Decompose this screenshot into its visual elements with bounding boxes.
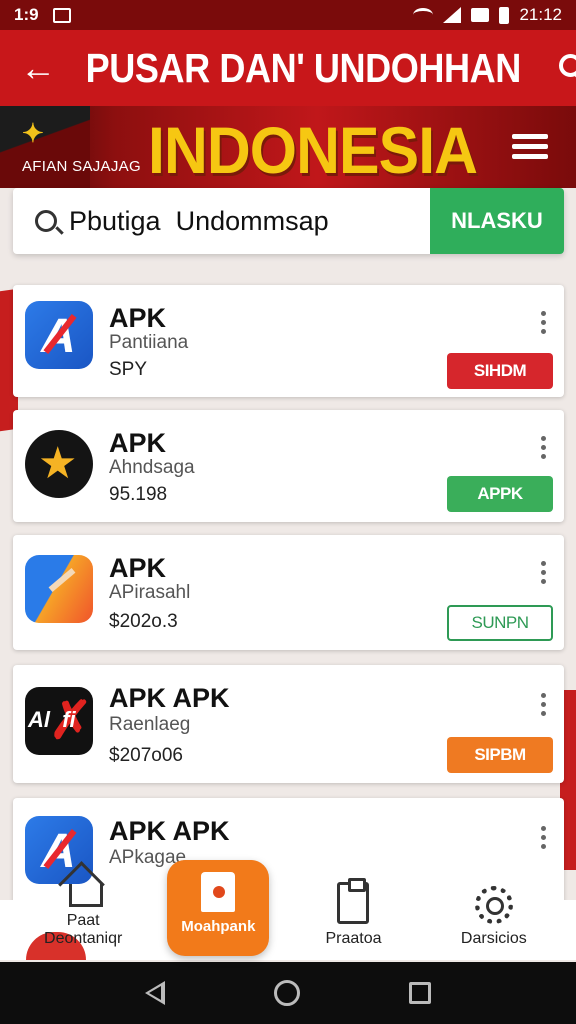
app-price: $202o.3 [109,611,178,632]
nav-item-clipboard[interactable]: Praatoa [283,878,423,956]
status-icons: 21:12 [413,5,562,25]
app-x-logo-icon: ✗ Al fi [25,687,93,755]
app-name: APK [109,553,167,583]
banner-title: INDONESIA [148,113,478,187]
search-button[interactable]: NLASKU [430,188,564,254]
search-input[interactable] [57,205,430,237]
nav-item-active[interactable]: Moahpank [167,860,270,956]
app-developer: Raenlaeg [109,714,191,735]
app-name: APK APK [109,816,230,846]
app-card[interactable]: ★ APK Ahndsaga 95.198 APPK [13,410,564,522]
nav-item-home[interactable]: Paat Deontaniqr [13,866,153,956]
bottom-nav: Paat Deontaniqr Moahpank Praatoa Darsici… [13,848,564,956]
nav-label: Moahpank [181,918,256,935]
nav-label: Darsicios [460,930,527,947]
search-field-icon [35,210,57,232]
nav-label-secondary: Deontaniqr [44,930,123,947]
app-price: SPY [109,359,148,380]
app-card[interactable]: A APK Pantiiana SPY SIHDM [13,285,564,397]
card-action-button[interactable]: SIHDM [447,353,553,389]
more-options-icon[interactable] [537,436,549,466]
status-bar: 1:9 21:12 [0,0,576,30]
more-options-icon[interactable] [537,311,549,341]
status-clock: 21:12 [519,5,562,24]
nav-label: Praatoa [325,930,382,947]
banner-star-icon: ✦ [22,118,44,148]
app-developer: Ahndsaga [109,457,195,478]
nav-label: Paat [66,912,100,929]
card-action-button[interactable]: SUNPN [447,605,553,641]
home-icon [61,866,105,907]
app-pickaxe-logo-icon [25,555,93,623]
more-options-icon[interactable] [537,693,549,723]
card-action-button[interactable]: SIPBM [447,737,553,773]
app-name: APK [109,303,167,333]
system-back-icon[interactable] [144,981,165,1005]
nav-item-settings[interactable]: Darsicios [424,886,564,956]
app-bar: ← PUSAR DAN' UNDOHHAN [0,30,576,106]
banner: ✦ AFIAN SAJAJAG INDONESIA [0,106,576,188]
menu-icon[interactable] [512,134,548,160]
system-recents-icon[interactable] [409,982,432,1004]
status-time: 1:9 [14,5,39,24]
app-developer: APirasahl [109,582,191,603]
wifi-icon [413,8,434,22]
app-developer: Pantiiana [109,332,189,353]
app-title: PUSAR DAN' UNDOHHAN [85,44,522,91]
back-arrow-icon[interactable]: ← [20,47,56,89]
app-price: $207o06 [109,745,183,766]
app-star-logo-icon: ★ [25,430,93,498]
system-nav-bar [0,962,576,1024]
sim-icon [471,8,490,22]
app-price: 95.198 [109,484,168,505]
notification-icon [52,7,71,23]
search-icon[interactable] [551,48,576,88]
app-logo-icon: A [25,301,93,369]
gear-icon [474,886,513,924]
more-options-icon[interactable] [537,561,549,591]
app-name: APK APK [109,683,230,713]
app-name: APK [109,428,167,458]
app-store-icon [201,872,236,912]
signal-icon [443,7,462,23]
battery-icon [499,6,510,24]
app-card[interactable]: APK APirasahl $202o.3 SUNPN [13,535,564,650]
app-card[interactable]: ✗ Al fi APK APK Raenlaeg $207o06 SIPBM [13,665,564,783]
banner-flag-graphic [0,106,90,188]
system-home-icon[interactable] [273,980,300,1006]
clipboard-icon [337,878,370,924]
search-bar: NLASKU [13,188,564,254]
card-action-button[interactable]: APPK [447,476,553,512]
banner-subtitle: AFIAN SAJAJAG [22,158,141,175]
